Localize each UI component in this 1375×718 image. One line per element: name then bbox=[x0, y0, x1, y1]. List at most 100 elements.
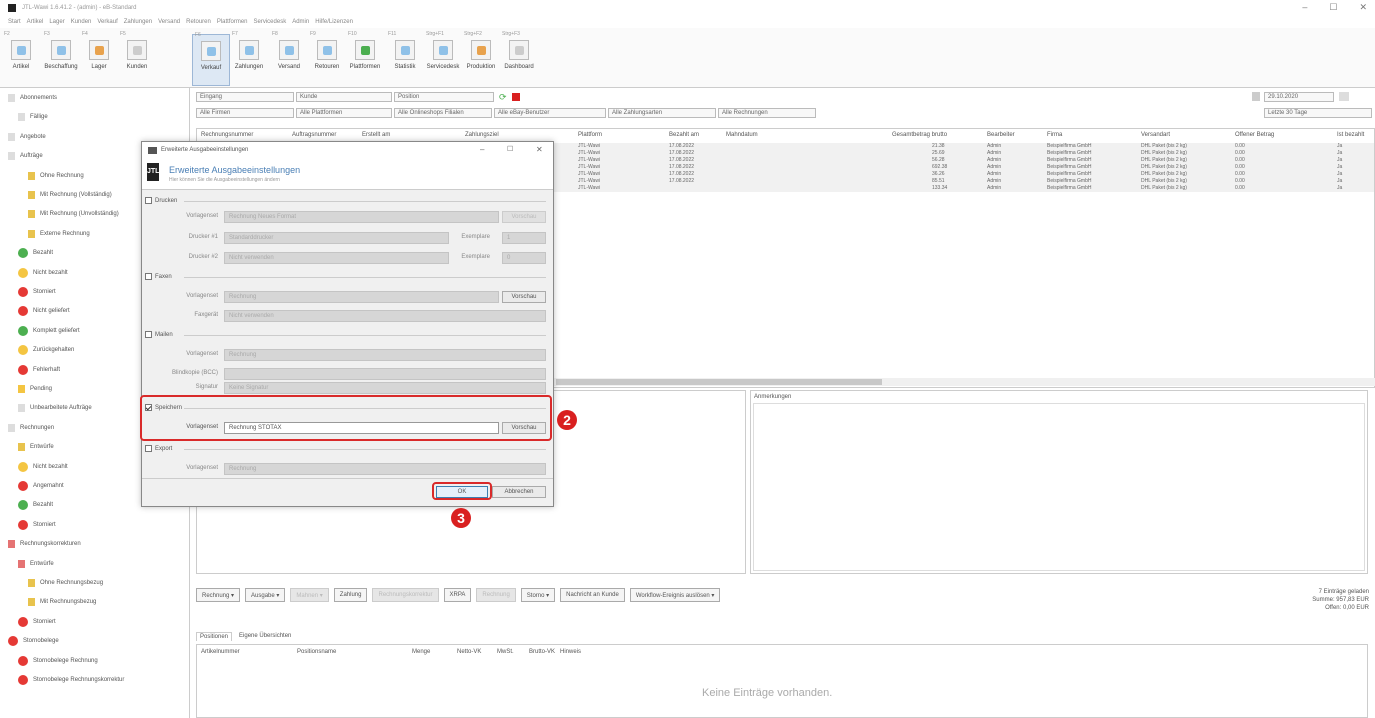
sidebar-item-angemahnt[interactable]: Angemahnt bbox=[18, 476, 64, 496]
column-header[interactable]: Plattform bbox=[578, 132, 602, 138]
ribbon-button-beschaffung[interactable]: F3 Beschaffung bbox=[42, 31, 80, 70]
action-button-5[interactable]: XRPA bbox=[443, 588, 472, 602]
ribbon-button-produktion[interactable]: Strg+F2 Produktion bbox=[462, 31, 500, 70]
sidebar-item-rechnungskorrekturen[interactable]: Rechnungskorrekturen bbox=[8, 534, 81, 554]
sidebar-item-zurückgehalten[interactable]: Zurückgehalten bbox=[18, 340, 74, 360]
action-button-8[interactable]: Nachricht an Kunde bbox=[560, 588, 625, 602]
sidebar-item-bezahlt[interactable]: Bezahlt bbox=[18, 243, 53, 263]
filter-eingang[interactable]: Eingang bbox=[196, 92, 294, 102]
bcc-input[interactable] bbox=[224, 368, 546, 380]
sidebar-item-mit-rechnungsbezug[interactable]: Mit Rechnungsbezug bbox=[28, 592, 96, 612]
dialog-maximize-button[interactable]: ☐ bbox=[507, 145, 513, 153]
sidebar-item-unbearbeitete-aufträge[interactable]: Unbearbeitete Aufträge bbox=[18, 398, 92, 418]
fax-preview-button[interactable]: Vorschau bbox=[502, 291, 546, 303]
sidebar-item-abonnements[interactable]: Abonnements bbox=[8, 88, 57, 108]
ribbon-button-servicedesk[interactable]: Strg+F1 Servicedesk bbox=[424, 31, 462, 70]
sidebar-item-entwürfe[interactable]: Entwürfe bbox=[18, 437, 54, 457]
sidebar-item-storniert[interactable]: Storniert bbox=[18, 612, 56, 632]
column-header[interactable]: Auftragsnummer bbox=[292, 132, 336, 138]
menu-item-versand[interactable]: Versand bbox=[158, 19, 180, 25]
print-preview-button[interactable]: Vorschau bbox=[502, 211, 546, 223]
section-fax[interactable]: Faxen bbox=[145, 273, 172, 280]
ribbon-button-zahlungen[interactable]: F7 Zahlungen bbox=[230, 31, 268, 70]
sidebar-item-nicht-bezahlt[interactable]: Nicht bezahlt bbox=[18, 263, 68, 283]
filter-plattformen[interactable]: Alle Plattformen bbox=[296, 108, 392, 118]
scrollbar-thumb[interactable] bbox=[556, 379, 882, 385]
sidebar-item-mit-rechnung-unvollständig-[interactable]: Mit Rechnung (Unvollständig) bbox=[28, 204, 119, 224]
column-header[interactable]: Menge bbox=[412, 649, 430, 655]
column-header[interactable]: Hinweis bbox=[560, 649, 581, 655]
sidebar-item-komplett-geliefert[interactable]: Komplett geliefert bbox=[18, 321, 80, 341]
column-header[interactable]: Zahlungsziel bbox=[465, 132, 499, 138]
menu-item-kunden[interactable]: Kunden bbox=[71, 19, 92, 25]
column-header[interactable]: Netto-VK bbox=[457, 649, 481, 655]
ribbon-button-dashboard[interactable]: Strg+F3 Dashboard bbox=[500, 31, 538, 70]
column-header[interactable]: Rechnungsnummer bbox=[201, 132, 253, 138]
ribbon-button-statistik[interactable]: F11 Statistik bbox=[386, 31, 424, 70]
action-button-3[interactable]: Zahlung bbox=[333, 588, 368, 602]
copies1-stepper[interactable]: 1 bbox=[502, 232, 546, 244]
fax-checkbox[interactable] bbox=[145, 273, 152, 280]
action-button-0[interactable]: Rechnung ▾ bbox=[196, 588, 241, 602]
filter-kunde[interactable]: Kunde bbox=[296, 92, 392, 102]
menu-item-start[interactable]: Start bbox=[8, 19, 21, 25]
column-header[interactable]: MwSt. bbox=[497, 649, 514, 655]
filter-ebay-user[interactable]: Alle eBay-Benutzer bbox=[494, 108, 606, 118]
sidebar-item-stornobelege-rechnungskorrektur[interactable]: Stornobelege Rechnungskorrektur bbox=[18, 670, 124, 690]
sidebar-item-mit-rechnung-vollständig-[interactable]: Mit Rechnung (Vollständig) bbox=[28, 185, 112, 205]
tab-positionen[interactable]: Positionen bbox=[196, 632, 233, 641]
menu-item-lager[interactable]: Lager bbox=[49, 19, 64, 25]
action-button-7[interactable]: Storno ▾ bbox=[520, 588, 556, 602]
printer2-select[interactable]: Nicht verwenden bbox=[224, 252, 449, 264]
dialog-close-button[interactable]: ✕ bbox=[536, 145, 543, 154]
section-mail[interactable]: Mailen bbox=[145, 331, 173, 338]
ribbon-button-kunden[interactable]: F5 Kunden bbox=[118, 31, 156, 70]
column-header[interactable]: Bezahlt am bbox=[669, 132, 699, 138]
filter-zahlungsarten[interactable]: Alle Zahlungsarten bbox=[608, 108, 716, 118]
section-print[interactable]: Drucken bbox=[145, 197, 177, 204]
clear-filter-icon[interactable] bbox=[512, 93, 520, 101]
print-vorlage-select[interactable]: Rechnung Neues Format bbox=[224, 211, 499, 223]
sidebar-item-fällige[interactable]: Fällige bbox=[18, 107, 48, 127]
fax-vorlage-select[interactable]: Rechnung bbox=[224, 291, 499, 303]
column-header[interactable]: Offener Betrag bbox=[1235, 132, 1274, 138]
menu-item-hilfelizenzen[interactable]: Hilfe/Lizenzen bbox=[315, 19, 353, 25]
menu-item-verkauf[interactable]: Verkauf bbox=[97, 19, 117, 25]
column-header[interactable]: Ist bezahlt bbox=[1337, 132, 1364, 138]
action-button-2[interactable]: Mahnen ▾ bbox=[290, 588, 329, 602]
cancel-button[interactable]: Abbrechen bbox=[492, 486, 546, 498]
sidebar-item-angebote[interactable]: Angebote bbox=[8, 127, 46, 147]
minimize-button[interactable]: – bbox=[1302, 2, 1307, 13]
sidebar-item-nicht-bezahlt[interactable]: Nicht bezahlt bbox=[18, 457, 68, 477]
ribbon-button-verkauf[interactable]: F6 Verkauf bbox=[192, 32, 230, 86]
date-picker[interactable]: 29.10.2020 bbox=[1264, 92, 1334, 102]
mail-checkbox[interactable] bbox=[145, 331, 152, 338]
export-checkbox[interactable] bbox=[145, 445, 152, 452]
filter-rechnungen[interactable]: Alle Rechnungen bbox=[718, 108, 816, 118]
export-vorlage-select[interactable]: Rechnung bbox=[224, 463, 546, 475]
mail-vorlage-select[interactable]: Rechnung bbox=[224, 349, 546, 361]
sidebar-item-fehlerhaft[interactable]: Fehlerhaft bbox=[18, 360, 60, 380]
column-header[interactable]: Positionsname bbox=[297, 649, 336, 655]
sidebar-item-ohne-rechnungsbezug[interactable]: Ohne Rechnungsbezug bbox=[28, 573, 103, 593]
dialog-minimize-button[interactable]: – bbox=[480, 145, 484, 154]
notes-textarea[interactable] bbox=[753, 403, 1365, 571]
action-button-6[interactable]: Rechnung bbox=[476, 588, 516, 602]
date-clear-button[interactable] bbox=[1339, 92, 1349, 101]
menu-item-zahlungen[interactable]: Zahlungen bbox=[124, 19, 152, 25]
maximize-button[interactable]: ☐ bbox=[1329, 2, 1337, 13]
sidebar-item-stornobelege-rechnung[interactable]: Stornobelege Rechnung bbox=[18, 651, 98, 671]
sidebar-item-externe-rechnung[interactable]: Externe Rechnung bbox=[28, 224, 90, 244]
sidebar-item-storniert[interactable]: Storniert bbox=[18, 515, 56, 535]
printer1-select[interactable]: Standarddrucker bbox=[224, 232, 449, 244]
calendar-icon[interactable] bbox=[1252, 92, 1260, 101]
ribbon-button-artikel[interactable]: F2 Artikel bbox=[2, 31, 40, 70]
refresh-icon[interactable]: ⟳ bbox=[499, 92, 507, 103]
sidebar-item-rechnungen[interactable]: Rechnungen bbox=[8, 418, 54, 438]
section-export[interactable]: Export bbox=[145, 445, 172, 452]
sidebar-item-pending[interactable]: Pending bbox=[18, 379, 52, 399]
range-select[interactable]: Letzte 30 Tage bbox=[1264, 108, 1372, 118]
ribbon-button-plattformen[interactable]: F10 Plattformen bbox=[346, 31, 384, 70]
sidebar-item-bezahlt[interactable]: Bezahlt bbox=[18, 495, 53, 515]
menu-item-artikel[interactable]: Artikel bbox=[27, 19, 44, 25]
